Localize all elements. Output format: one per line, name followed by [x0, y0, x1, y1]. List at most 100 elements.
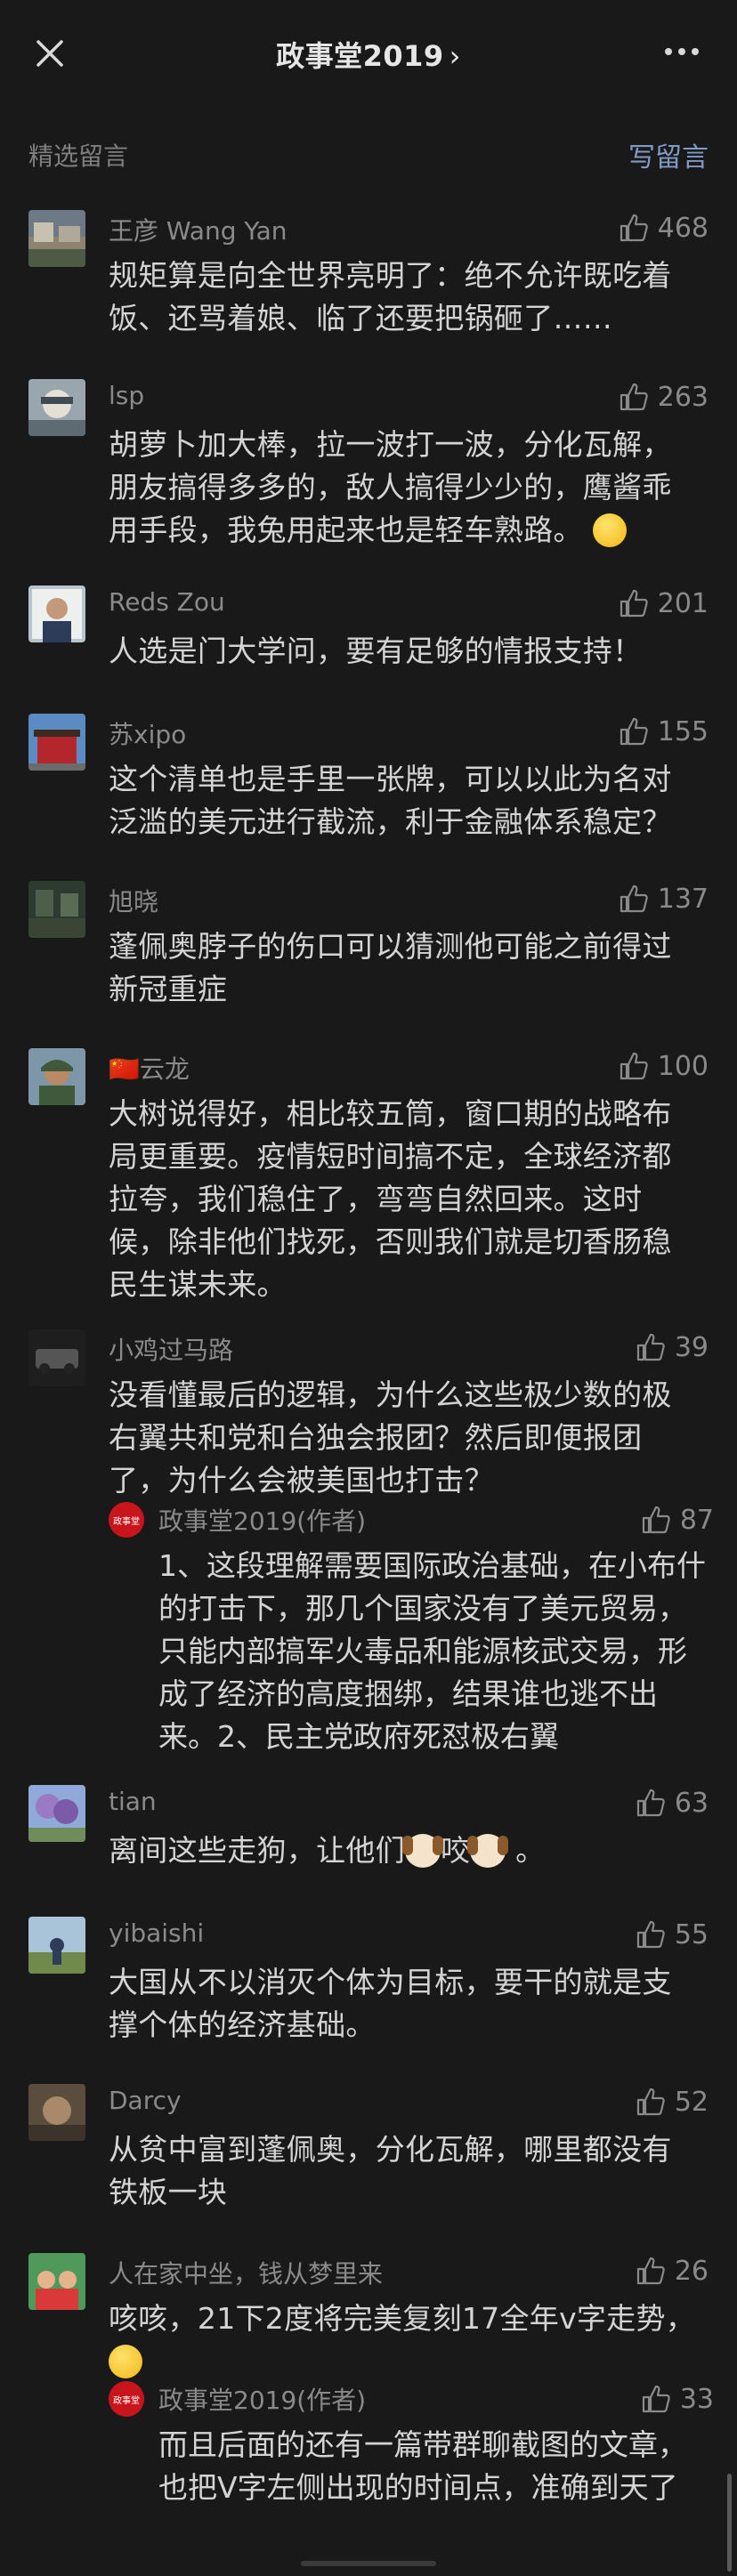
comment-text: 从贫中富到蓬佩奥，分化瓦解，哪里都没有铁板一块: [109, 2132, 672, 2209]
comment-text: 大国从不以消灭个体为目标，要干的就是支撑个体的经济基础。: [109, 1965, 672, 2042]
like-count: 155: [657, 715, 709, 747]
avatar[interactable]: [28, 1917, 85, 1974]
like-button[interactable]: 87: [641, 1502, 714, 1538]
avatar[interactable]: [28, 379, 85, 436]
page-title[interactable]: 政事堂2019 ›: [0, 34, 737, 75]
comment-item: 苏xipo 155 这个清单也是手里一张牌，可以以此为名对泛滥的美元进行截流，利…: [0, 714, 737, 839]
thumbs-up-icon: [620, 884, 648, 913]
dog-face-emoji-icon: [467, 1834, 509, 1868]
thumbs-up-icon: [620, 383, 648, 411]
avatar[interactable]: [28, 1329, 85, 1386]
avatar[interactable]: [28, 881, 85, 938]
author-reply: 政事堂 政事堂2019(作者) 33 而且后面的还有一篇带群聊截图的文章，也把V…: [109, 2381, 714, 2524]
commenter-name[interactable]: Darcy: [109, 2086, 182, 2115]
thinking-face-emoji-icon: [592, 513, 627, 547]
avatar[interactable]: [28, 585, 85, 642]
author-name[interactable]: 政事堂2019(作者): [158, 1502, 366, 1538]
thumbs-up-icon: [620, 717, 648, 746]
avatar[interactable]: [28, 2084, 85, 2141]
featured-comments-label: 精选留言: [28, 141, 129, 171]
commenter-name[interactable]: 人在家中坐，钱从梦里来: [109, 2255, 383, 2290]
comment-item: 王彦 Wang Yan 468 规矩算是向全世界亮明了：绝不允许既吃着饭、还骂着…: [0, 210, 737, 335]
comment-text-part: 离间这些走狗，让他们: [109, 1833, 405, 1868]
scrollbar-thumb[interactable]: [727, 2474, 732, 2572]
like-button[interactable]: 201: [619, 585, 709, 621]
comment-item: Darcy 52 从贫中富到蓬佩奥，分化瓦解，哪里都没有铁板一块: [0, 2084, 737, 2209]
top-bar: 政事堂2019 ›: [0, 0, 737, 107]
thumbs-up-icon: [636, 1920, 665, 1949]
avatar[interactable]: [28, 1785, 85, 1842]
comment-item: tian 63 离间这些走狗，让他们 咬 。: [0, 1785, 737, 1874]
author-name[interactable]: 政事堂2019(作者): [158, 2381, 366, 2417]
commenter-name[interactable]: 旭晓: [109, 883, 158, 918]
write-comment-link[interactable]: 写留言: [628, 135, 709, 174]
author-badge-text: 政事堂: [113, 2394, 140, 2406]
comment-item: lsp 263 胡萝卜加大棒，拉一波打一波，分化瓦解，朋友搞得多多的，敌人搞得少…: [0, 379, 737, 548]
comment-text: 这个清单也是手里一张牌，可以以此为名对泛滥的美元进行截流，利于金融体系稳定？: [109, 762, 672, 839]
like-count: 468: [657, 212, 709, 244]
like-count: 39: [674, 1331, 709, 1363]
avatar[interactable]: [28, 1048, 85, 1105]
comment-item: 小鸡过马路 39 没看懂最后的逻辑，为什么这些极少数的极右翼共和党和台独会报团？…: [0, 1329, 737, 1754]
reply-text: 1、这段理解需要国际政治基础，在小布什的打击下，那几个国家没有了美元贸易，只能内…: [158, 1548, 706, 1754]
like-count: 63: [674, 1787, 709, 1819]
author-avatar[interactable]: 政事堂: [109, 2381, 144, 2417]
like-count: 263: [657, 381, 709, 413]
avatar[interactable]: [28, 2253, 85, 2310]
like-count: 87: [679, 1504, 714, 1536]
like-button[interactable]: 55: [636, 1917, 709, 1952]
thinking-face-emoji-icon: [109, 2345, 142, 2378]
thumbs-up-icon: [636, 2087, 665, 2116]
chevron-right-icon: ›: [449, 39, 461, 73]
like-count: 52: [674, 2086, 709, 2118]
thumbs-up-icon: [636, 1789, 665, 1817]
comment-text: 人选是门大学问，要有足够的情报支持！: [109, 634, 643, 668]
comment-text: 没看懂最后的逻辑，为什么这些极少数的极右翼共和党和台独会报团？然后即便报团了，为…: [109, 1377, 672, 1498]
commenter-name[interactable]: yibaishi: [109, 1918, 204, 1948]
thumbs-up-icon: [642, 1506, 670, 1534]
comment-item: 旭晓 137 蓬佩奥脖子的伤口可以猜测他可能之前得过新冠重症: [0, 881, 737, 1006]
thumbs-up-icon: [620, 1052, 648, 1080]
commenter-name: 云龙: [139, 1054, 190, 1084]
comment-text: 咳咳，21下2度将完美复刻17全年v字走势，: [109, 2297, 700, 2383]
thumbs-up-icon: [636, 2257, 665, 2285]
comment-text: 胡萝卜加大棒，拉一波打一波，分化瓦解，朋友搞得多多的，敌人搞得少少的，鹰酱乖用手…: [109, 424, 700, 552]
commenter-name[interactable]: Reds Zou: [109, 587, 225, 617]
more-icon[interactable]: [662, 43, 701, 61]
like-button[interactable]: 263: [619, 379, 709, 415]
like-button[interactable]: 468: [619, 210, 709, 246]
commenter-name[interactable]: 王彦 Wang Yan: [109, 212, 288, 247]
like-button[interactable]: 100: [619, 1048, 709, 1084]
thumbs-up-icon: [620, 214, 648, 242]
comment-text: 离间这些走狗，让他们 咬 。: [109, 1829, 700, 1872]
like-count: 33: [679, 2383, 714, 2415]
comment-text: 规矩算是向全世界亮明了：绝不允许既吃着饭、还骂着娘、临了还要把锅砸了……: [109, 258, 672, 335]
avatar[interactable]: [28, 714, 85, 771]
like-button[interactable]: 63: [636, 1785, 709, 1821]
comment-text: 大树说得好，相比较五筒，窗口期的战略布局更重要。疫情短时间搞不定，全球经济都拉夸…: [109, 1096, 672, 1302]
like-count: 55: [674, 1918, 709, 1950]
comment-item: yibaishi 55 大国从不以消灭个体为目标，要干的就是支撑个体的经济基础。: [0, 1917, 737, 2042]
comment-text-part: 。: [515, 1833, 546, 1868]
commenter-name[interactable]: lsp: [109, 381, 144, 410]
comment-text: 蓬佩奥脖子的伤口可以猜测他可能之前得过新冠重症: [109, 929, 672, 1006]
comment-text-part: 咬: [441, 1833, 471, 1868]
commenter-name-row[interactable]: 🇨🇳云龙: [109, 1050, 190, 1086]
like-button[interactable]: 26: [636, 2253, 709, 2289]
commenter-name[interactable]: 苏xipo: [109, 715, 186, 751]
avatar[interactable]: [28, 210, 85, 267]
like-button[interactable]: 52: [636, 2084, 709, 2120]
commenter-name[interactable]: 小鸡过马路: [109, 1331, 233, 1367]
commenter-name[interactable]: tian: [109, 1787, 157, 1816]
author-avatar[interactable]: 政事堂: [109, 1502, 144, 1538]
like-button[interactable]: 33: [641, 2381, 714, 2417]
comment-item: 🇨🇳云龙 100 大树说得好，相比较五筒，窗口期的战略布局更重要。疫情短时间搞不…: [0, 1048, 737, 1302]
like-button[interactable]: 39: [636, 1329, 709, 1365]
page-title-text: 政事堂2019: [276, 39, 444, 73]
like-button[interactable]: 155: [619, 714, 709, 749]
like-count: 100: [657, 1050, 709, 1082]
home-indicator[interactable]: [301, 2561, 436, 2566]
china-flag-icon: 🇨🇳: [109, 1054, 140, 1084]
thumbs-up-icon: [620, 589, 648, 618]
like-button[interactable]: 137: [619, 881, 709, 917]
